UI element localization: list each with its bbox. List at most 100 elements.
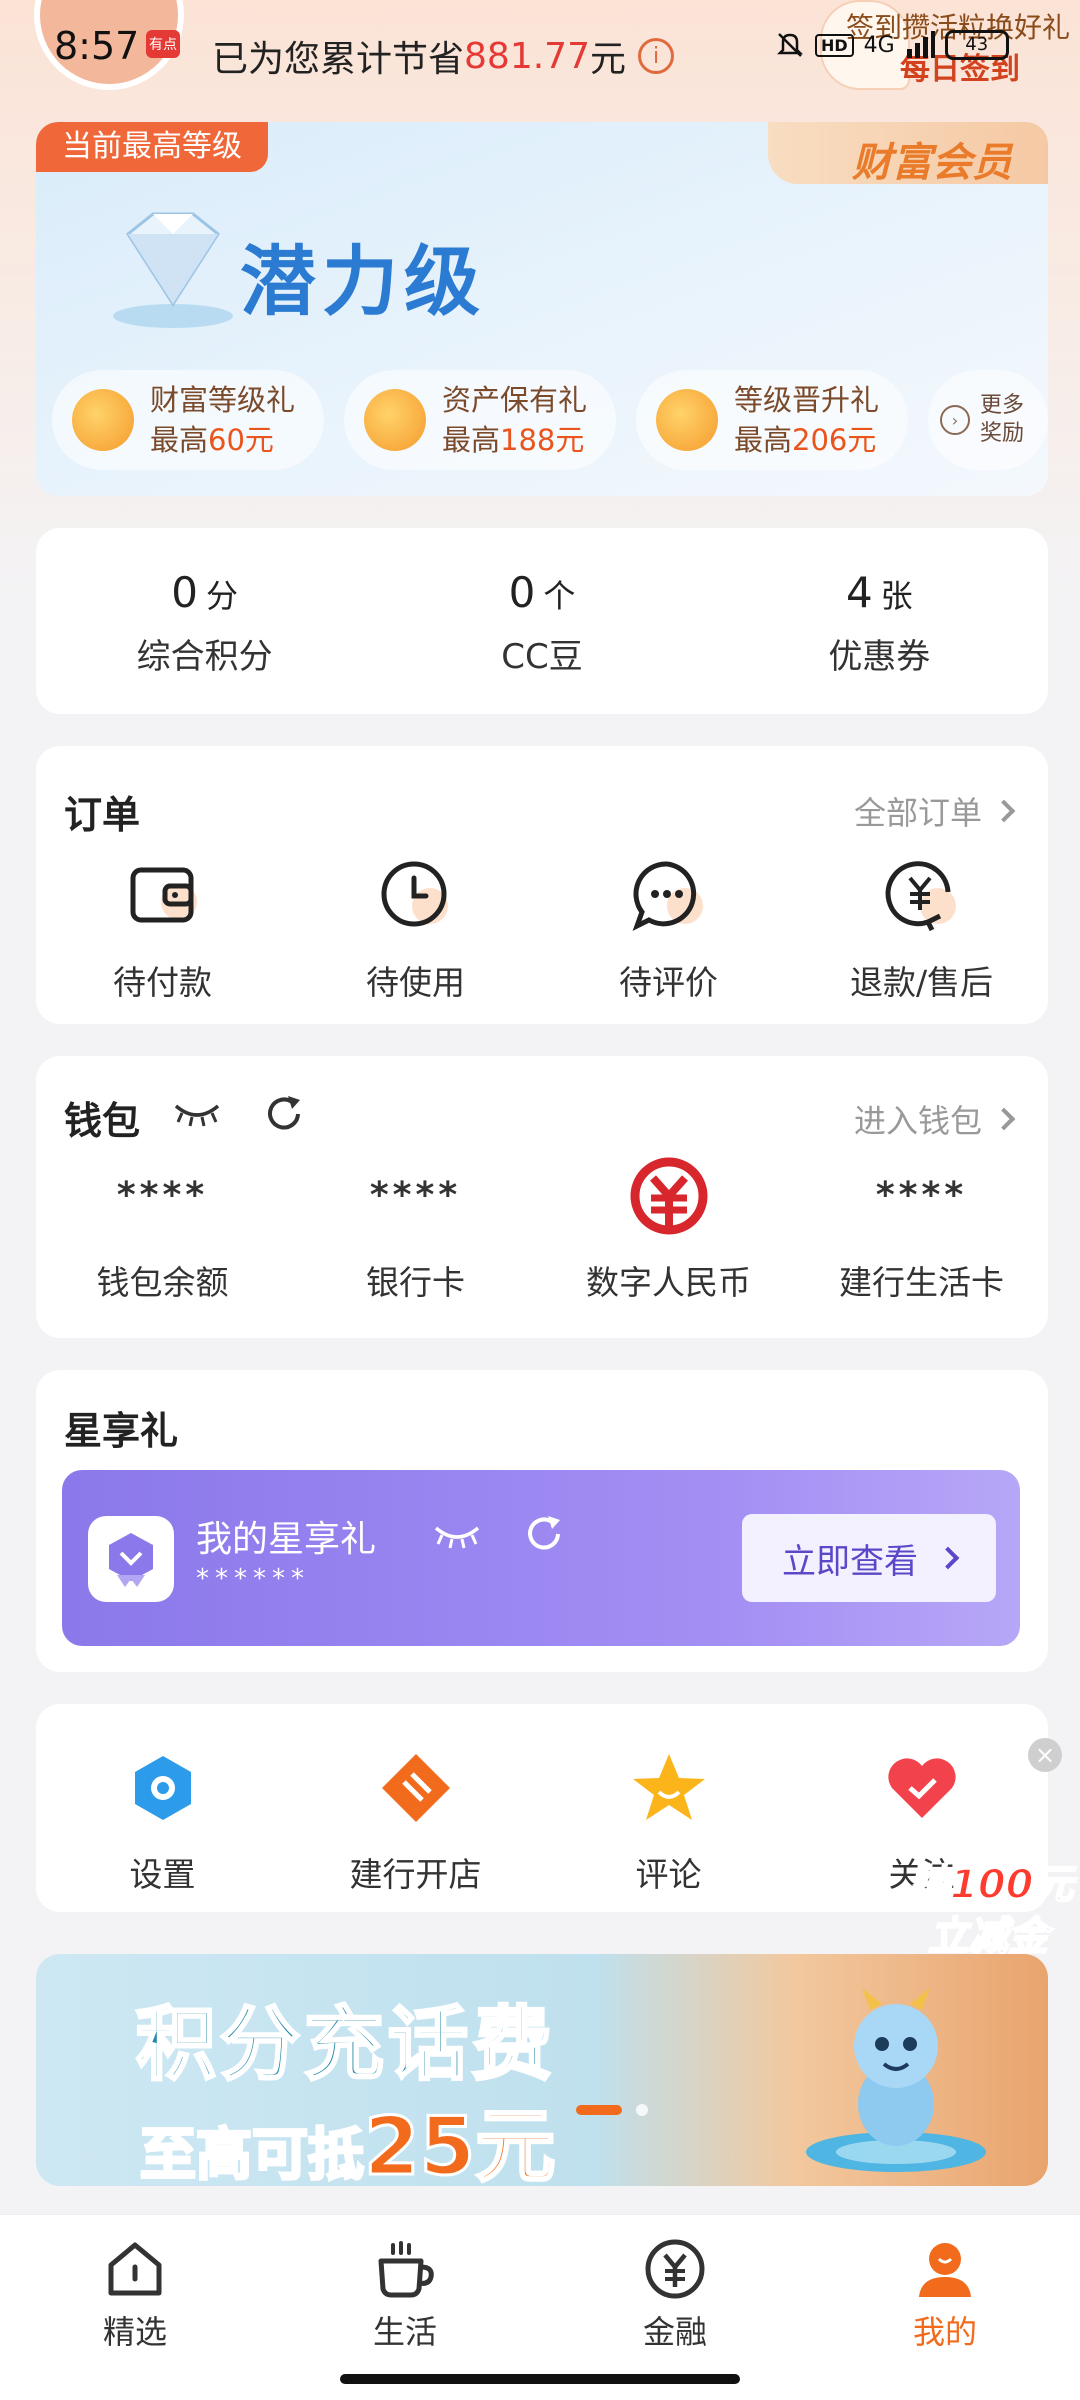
system-icons: HD 4G 43 — [775, 30, 1009, 60]
home-icon — [108, 2242, 162, 2296]
benefit-level-upgrade[interactable]: 等级晋升礼 最高206元 — [636, 370, 908, 470]
star-icon — [632, 1754, 705, 1820]
wallet-bank-card[interactable]: **** 银行卡 — [289, 1156, 542, 1304]
enter-wallet-link[interactable]: 进入钱包 — [853, 1096, 1016, 1142]
eye-closed-icon[interactable] — [432, 1520, 482, 1550]
all-orders-link[interactable]: 全部订单 — [853, 788, 1016, 834]
refund-icon — [885, 861, 956, 932]
tool-label: 建行开店 — [349, 1855, 482, 1894]
tool-open-shop[interactable]: 建行开店 — [289, 1748, 542, 1896]
wallet-icon — [130, 867, 197, 923]
shop-icon — [381, 1754, 450, 1822]
masked-value: **** — [116, 1175, 209, 1216]
tab-label: 金融 — [642, 2313, 707, 2351]
mute-icon — [776, 33, 804, 57]
tab-life[interactable]: 生活 — [270, 2215, 540, 2400]
signal-icon — [906, 31, 935, 58]
chevron-right-icon — [936, 1546, 960, 1570]
benefit-prefix: 最高 — [442, 423, 501, 457]
tool-reviews[interactable]: 评论 — [542, 1748, 795, 1896]
benefits-row: 财富等级礼 最高60元 资产保有礼 最高188元 等级晋升礼 最高206元 › … — [52, 370, 1048, 470]
clock-icon — [381, 861, 448, 927]
masked-value: **** — [875, 1175, 968, 1216]
savings-amount: 881.77 — [464, 35, 590, 77]
stat-points[interactable]: 0分 综合积分 — [36, 528, 373, 714]
lucky-draw-float[interactable]: 抽100元 立减金 — [909, 1852, 1080, 1961]
view-now-button[interactable]: 立即查看 — [742, 1514, 996, 1602]
network-label: 4G — [863, 32, 895, 58]
stat-value: 0 — [171, 568, 199, 617]
stats-card: 0分 综合积分 0个 CC豆 4张 优惠券 — [36, 528, 1048, 714]
float-promo-line1: 抽100元 — [909, 1861, 1075, 1909]
refresh-icon[interactable] — [522, 1512, 566, 1556]
tab-featured[interactable]: 精选 — [0, 2215, 270, 2400]
cup-icon — [378, 2241, 434, 2298]
star-gift-section-title: 星享礼 — [64, 1409, 179, 1453]
enter-wallet-label: 进入钱包 — [853, 1102, 982, 1140]
carousel-dot — [636, 2104, 648, 2116]
order-to-review[interactable]: 待评价 — [542, 856, 795, 1004]
benefit-asset-holding[interactable]: 资产保有礼 最高188元 — [344, 370, 616, 470]
wallet-life-card[interactable]: **** 建行生活卡 — [795, 1156, 1048, 1304]
benefit-wealth-level[interactable]: 财富等级礼 最高60元 — [52, 370, 324, 470]
chat-icon — [632, 861, 703, 932]
points-topup-banner[interactable]: 积分充话费 至高可抵25元 — [36, 1954, 1048, 2186]
info-icon[interactable]: i — [638, 38, 674, 74]
order-to-use[interactable]: 待使用 — [289, 856, 542, 1004]
dragon-mascot-icon — [806, 1988, 986, 2172]
eye-closed-icon[interactable] — [172, 1098, 222, 1128]
refresh-icon[interactable] — [262, 1092, 306, 1136]
wallet-title: 钱包 — [64, 1099, 141, 1143]
more-rewards-line1: 更多 — [980, 393, 1025, 418]
all-orders-label: 全部订单 — [853, 794, 982, 832]
wallet-label: 钱包余额 — [96, 1263, 229, 1302]
view-now-label: 立即查看 — [782, 1541, 918, 1582]
benefit-amount: 206元 — [792, 423, 877, 457]
diamond-icon — [113, 212, 233, 328]
more-rewards-button[interactable]: › 更多 奖励 — [928, 370, 1048, 470]
tool-settings[interactable]: 设置 — [36, 1748, 289, 1896]
home-indicator[interactable] — [340, 2374, 740, 2384]
close-icon[interactable]: × — [1028, 1738, 1062, 1772]
tab-label: 精选 — [102, 2313, 167, 2351]
heart-icon — [887, 1758, 956, 1818]
wallet-label: 建行生活卡 — [839, 1263, 1004, 1302]
wallet-balance[interactable]: **** 钱包余额 — [36, 1156, 289, 1304]
benefit-prefix: 最高 — [150, 423, 209, 457]
bottom-tab-bar: 精选 生活 金融 我的 — [0, 2214, 1080, 2400]
status-time: 8:57 — [54, 24, 140, 68]
star-gift-masked-value: ****** — [196, 1564, 310, 1594]
carousel-indicator — [576, 2104, 648, 2116]
stat-cc-beans[interactable]: 0个 CC豆 — [373, 528, 710, 714]
stat-unit: 个 — [543, 577, 576, 615]
user-icon — [919, 2243, 971, 2297]
ad-sub-amount: 25元 — [362, 2099, 556, 2187]
award-badge-icon — [88, 1516, 174, 1602]
wallet-card: 钱包 进入钱包 **** 钱包余额 **** 银行卡 数字人民币 **** 建行… — [36, 1056, 1048, 1338]
level-name: 潜力级 — [240, 237, 486, 326]
chevron-right-icon — [992, 799, 1016, 823]
tool-label: 设置 — [129, 1855, 196, 1894]
stat-coupons[interactable]: 4张 优惠券 — [711, 528, 1048, 714]
wallet-digital-rmb[interactable]: 数字人民币 — [542, 1156, 795, 1304]
star-gift-banner[interactable]: 我的星享礼 ****** 立即查看 — [62, 1470, 1020, 1646]
order-pending-payment[interactable]: 待付款 — [36, 856, 289, 1004]
piggy-bank-icon — [364, 389, 426, 451]
tab-finance[interactable]: 金融 — [540, 2215, 810, 2400]
tools-card: 设置 建行开店 评论 关注 — [36, 1704, 1048, 1912]
stat-value: 0 — [508, 568, 536, 617]
order-label: 待付款 — [113, 963, 212, 1002]
stat-label: 优惠券 — [828, 637, 931, 677]
benefit-amount: 188元 — [500, 423, 585, 457]
status-bar: 8:57 有点 已为您累计节省 881.77 元 i 签到攒活粒换好礼 每日签到… — [0, 0, 1080, 100]
coins-icon — [72, 389, 134, 451]
ad-subtitle: 至高可抵25元 — [139, 2082, 557, 2187]
star-gift-card: 星享礼 我的星享礼 ****** 立即查看 — [36, 1370, 1048, 1672]
membership-card[interactable]: 当前最高等级 财富会员 潜力级 财富等级礼 最高60元 资产保有礼 最高188元… — [36, 122, 1048, 496]
wallet-label: 数字人民币 — [586, 1263, 751, 1302]
tab-mine[interactable]: 我的 — [810, 2215, 1080, 2400]
tab-label: 我的 — [912, 2313, 977, 2351]
order-refund[interactable]: 退款/售后 — [795, 856, 1048, 1004]
benefit-amount: 60元 — [208, 423, 274, 457]
tab-label: 生活 — [372, 2313, 437, 2351]
